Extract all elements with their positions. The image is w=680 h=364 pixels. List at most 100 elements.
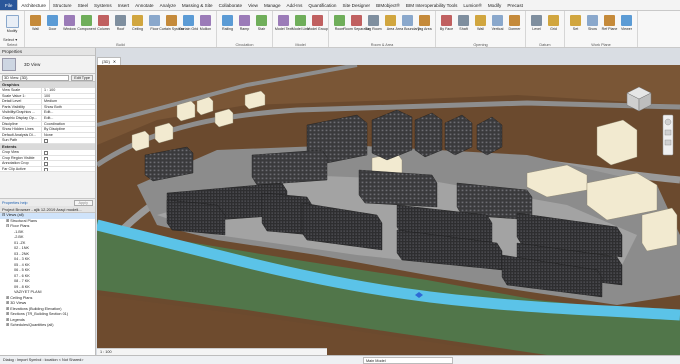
status-text: Dialog : Import Symbol : location < Not … <box>3 358 84 362</box>
ribbon-tab-architecture[interactable]: Architecture <box>17 0 50 10</box>
ribbon-tab-steel[interactable]: Steel <box>75 0 91 10</box>
ribbon-button-label: Shaft <box>459 27 468 31</box>
ribbon-tab-bimobject[interactable]: BIMobject® <box>373 0 403 10</box>
apply-button[interactable]: Apply <box>73 199 93 206</box>
ramp-icon <box>239 15 250 26</box>
property-value[interactable]: Edit... <box>42 116 95 121</box>
shaft-icon <box>458 15 469 26</box>
by-face-icon <box>441 15 452 26</box>
property-value[interactable] <box>42 150 95 155</box>
ribbon-button-label: Curtain Grid <box>178 27 199 31</box>
property-name: Graphic Display Op... <box>0 115 42 121</box>
ribbon-tab-view[interactable]: View <box>245 0 261 10</box>
view-control-bar[interactable]: 1 : 100 <box>97 348 327 355</box>
ribbon-button-label: By Face <box>439 27 454 31</box>
property-value[interactable]: By Discipline <box>42 127 95 132</box>
ribbon-tab-lumion[interactable]: Lumion® <box>460 0 484 10</box>
properties-title: Properties <box>0 48 95 56</box>
close-icon[interactable]: ✕ <box>113 58 116 65</box>
floor-icon <box>149 15 160 26</box>
property-checkbox[interactable] <box>44 150 48 155</box>
ribbon-tab-site-designer[interactable]: Site Designer <box>339 0 373 10</box>
property-name: Show Hidden Lines <box>0 127 42 132</box>
ribbon-tab-structure[interactable]: Structure <box>50 0 75 10</box>
ribbon-button-label: Stair <box>257 27 266 31</box>
navigation-bar[interactable] <box>662 114 674 156</box>
property-value[interactable]: 100 <box>42 94 95 99</box>
project-browser-title: Project Browser - ajlk 12.2019 Araçi mod… <box>0 206 95 213</box>
3d-view-icon <box>2 58 16 71</box>
ribbon-tab-add-ins[interactable]: Add-Ins <box>284 0 306 10</box>
ribbon-tab-bim-interoperability-tools[interactable]: BIM Interoperability Tools <box>403 0 461 10</box>
property-name: Parts Visibility <box>0 104 42 110</box>
ribbon-tab-modify[interactable]: Modify <box>485 0 505 10</box>
ribbon-group-title: Work Plane <box>591 43 611 47</box>
active-model-select[interactable]: Main Model <box>363 357 453 364</box>
browser-item[interactable]: ⊞ Schedules/Quantities (all) <box>0 323 95 329</box>
properties-help-link[interactable]: Properties help <box>2 201 28 205</box>
set-icon <box>570 15 581 26</box>
property-value[interactable] <box>42 167 95 172</box>
ribbon-button-label: Model Group <box>307 27 328 31</box>
properties-grid: Graphics View Scale 1 : 100 Scale Value 1: 1… <box>0 82 95 173</box>
property-value[interactable]: 1 : 100 <box>42 88 95 93</box>
model-line-icon <box>295 15 306 26</box>
property-value[interactable]: None <box>42 133 95 138</box>
zoom-icon[interactable] <box>664 129 672 136</box>
ribbon-tab-systems[interactable]: Systems <box>91 0 115 10</box>
property-value[interactable] <box>42 161 95 166</box>
property-value[interactable]: Show Both <box>42 105 95 110</box>
property-name: Detail Level <box>0 99 42 104</box>
ribbon-tab-quantification[interactable]: Quantification <box>305 0 339 10</box>
property-name: Scale Value 1: <box>0 93 42 99</box>
orbit-icon[interactable] <box>664 139 672 146</box>
property-value[interactable]: Medium <box>42 99 95 104</box>
edit-type-button[interactable]: Edit Type <box>71 74 93 81</box>
tag-room-icon <box>368 15 379 26</box>
ribbon-button-label: Door <box>48 27 57 31</box>
ribbon-button-label: Tag Area <box>417 27 432 31</box>
property-checkbox[interactable] <box>44 167 48 172</box>
dormer-icon <box>509 15 520 26</box>
ribbon-button-label: Tag Room <box>365 27 382 31</box>
property-value[interactable]: Coordination <box>42 122 95 127</box>
site-model-3d[interactable] <box>97 65 680 355</box>
property-checkbox[interactable] <box>44 139 48 143</box>
property-checkbox[interactable] <box>44 156 48 161</box>
ribbon-tab-collaborate[interactable]: Collaborate <box>216 0 246 10</box>
ribbon-button-label: Floor <box>150 27 159 31</box>
properties-filter: 3D View: {3D} Edit Type <box>0 74 95 82</box>
ribbon-button-label: Mullion <box>199 27 212 31</box>
ribbon-tab-precast[interactable]: Precast <box>504 0 526 10</box>
ribbon-button-label: Ramp <box>239 27 250 31</box>
ribbon-group-title: Datum <box>539 43 551 47</box>
properties-footer: Properties help Apply <box>0 198 95 206</box>
property-value[interactable]: Edit... <box>42 110 95 115</box>
ribbon-tab-insert[interactable]: Insert <box>115 0 133 10</box>
wall-icon <box>30 15 41 26</box>
ribbon-tab-manage[interactable]: Manage <box>261 0 284 10</box>
property-value[interactable] <box>42 156 95 161</box>
ribbon-tab-massing-site[interactable]: Massing & Site <box>179 0 216 10</box>
model-text-icon <box>278 15 289 26</box>
roof-icon <box>115 15 126 26</box>
steering-wheel-icon[interactable] <box>664 118 672 126</box>
property-checkbox[interactable] <box>44 162 48 166</box>
type-selector[interactable]: 3D View <box>0 56 95 74</box>
instance-filter-select[interactable]: 3D View: {3D} <box>2 74 70 81</box>
3d-viewport[interactable] <box>97 65 680 355</box>
view-scale[interactable]: 1 : 100 <box>100 350 112 354</box>
ribbon-tab-file[interactable]: File <box>0 0 18 10</box>
ribbon-tab-analyze[interactable]: Analyze <box>157 0 179 10</box>
property-name: View Scale <box>0 88 42 93</box>
viewer-icon <box>621 15 632 26</box>
ceiling-icon <box>132 15 143 26</box>
select-dropdown[interactable]: Select ▾ <box>0 37 48 44</box>
ribbon-group-title: Circulation <box>235 43 254 47</box>
mullion-icon <box>200 15 211 26</box>
ribbon-tab-annotate[interactable]: Annotate <box>132 0 156 10</box>
tag-area-icon <box>419 15 430 26</box>
property-value[interactable] <box>42 138 95 143</box>
view-tab-3d[interactable]: {3D} ✕ <box>97 57 122 65</box>
property-name: Default Analysis Di... <box>0 132 42 138</box>
